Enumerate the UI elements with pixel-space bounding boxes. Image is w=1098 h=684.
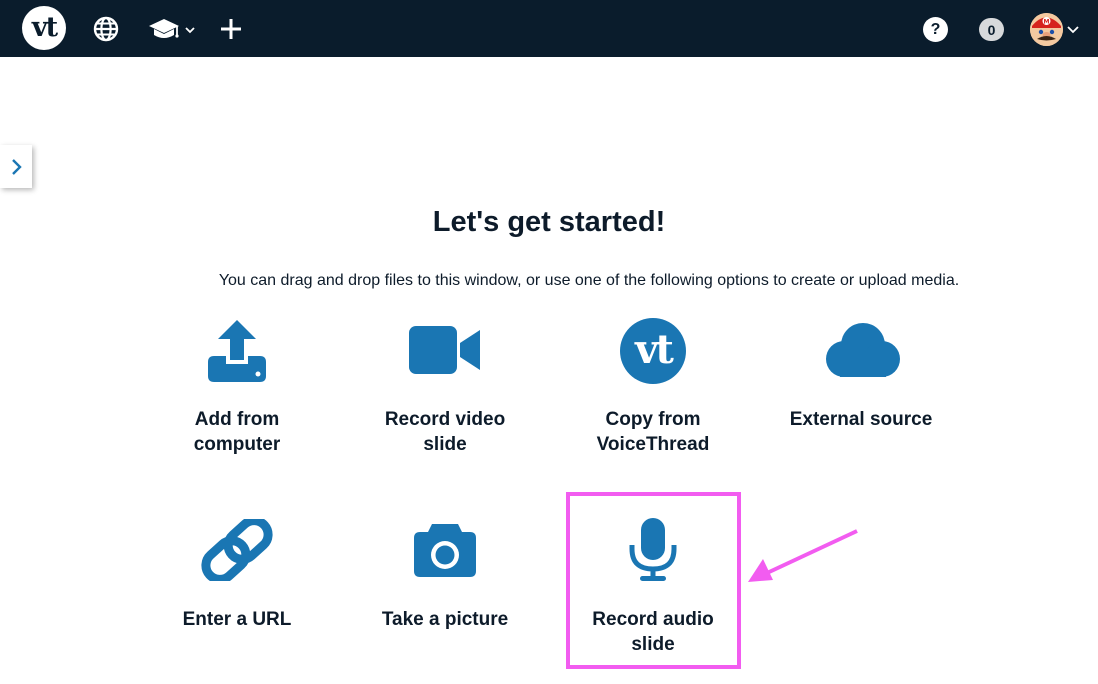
svg-text:M: M: [1043, 18, 1049, 25]
courses-menu[interactable]: [148, 16, 198, 42]
record-video-slide-button[interactable]: Record video slide: [355, 315, 535, 465]
option-label: Enter a URL: [182, 609, 292, 630]
external-source-button[interactable]: External source: [771, 315, 951, 465]
sidebar-toggle[interactable]: [0, 145, 32, 188]
notification-badge[interactable]: 0: [979, 18, 1004, 41]
enter-url-button[interactable]: Enter a URL: [147, 515, 327, 635]
user-menu[interactable]: M: [1029, 12, 1079, 46]
top-navigation-bar: vt ? 0 M: [0, 0, 1098, 57]
option-label: Record audio slide: [592, 609, 714, 655]
voicethread-logo[interactable]: vt: [22, 6, 66, 50]
help-icon[interactable]: ?: [923, 17, 948, 42]
copy-from-voicethread-button[interactable]: vt Copy from VoiceThread: [563, 315, 743, 465]
option-label: Record video slide: [384, 409, 506, 455]
option-label: Take a picture: [381, 609, 509, 630]
video-camera-icon: [355, 325, 535, 375]
graduation-cap-icon: [149, 19, 195, 38]
avatar: M: [1029, 12, 1063, 46]
voicethread-logo-icon: vt: [563, 318, 743, 384]
page-title: Let's get started!: [432, 206, 666, 238]
chevron-down-icon: [1066, 26, 1079, 34]
chevron-right-icon: [12, 158, 22, 175]
option-label: Add from computer: [193, 409, 281, 455]
plus-icon[interactable]: [218, 16, 244, 42]
take-picture-button[interactable]: Take a picture: [355, 515, 535, 635]
add-from-computer-button[interactable]: Add from computer: [147, 315, 327, 465]
camera-icon: [355, 522, 535, 578]
annotation-arrow-icon: [748, 529, 858, 582]
cloud-icon: [771, 321, 951, 379]
record-audio-slide-button[interactable]: Record audio slide: [563, 515, 743, 665]
globe-icon[interactable]: [93, 16, 119, 42]
instructions-text: You can drag and drop files to this wind…: [218, 272, 960, 289]
option-label: External source: [789, 409, 933, 430]
option-label: Copy from VoiceThread: [596, 409, 710, 455]
link-icon: [147, 519, 327, 581]
microphone-icon: [563, 517, 743, 583]
upload-icon: [147, 318, 327, 384]
